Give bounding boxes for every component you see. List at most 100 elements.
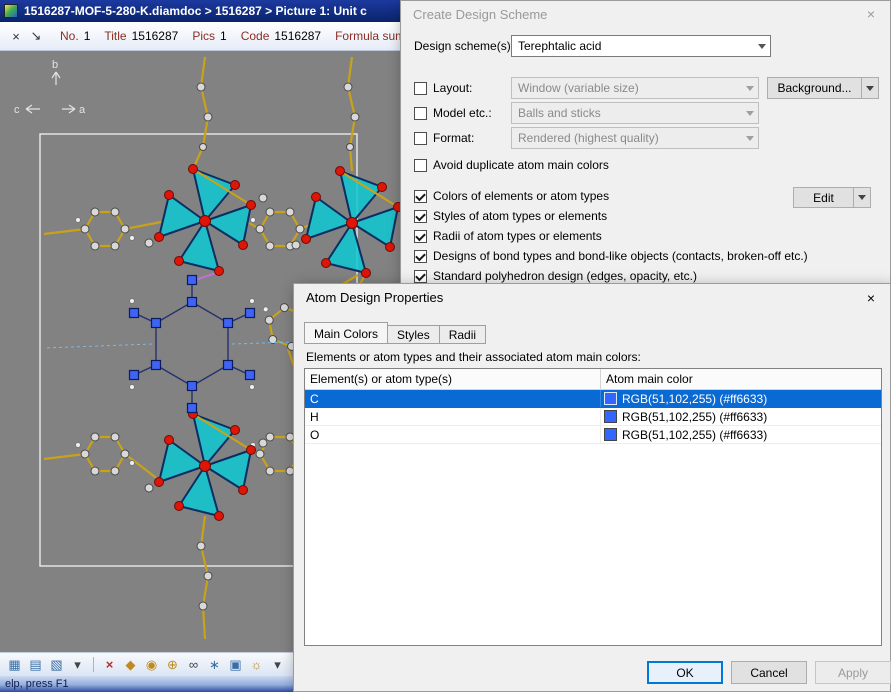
field-code: Code 1516287 [241,29,321,43]
table-row-c[interactable]: C RGB(51,102,255) (#ff6633) [305,390,881,408]
data-sheet-icon[interactable]: ▤ [26,657,45,673]
table-row-o[interactable]: O RGB(51,102,255) (#ff6633) [305,426,881,444]
edit-button[interactable]: Edit [793,187,871,208]
table-editor-icon[interactable]: ▦ [5,657,24,673]
build-menu-arrow-icon[interactable]: ▾ [268,657,287,673]
table-row-h[interactable]: H RGB(51,102,255) (#ff6633) [305,408,881,426]
atom-dialog-tabs: Main Colors Styles Radii [304,322,882,344]
toolbar-separator [93,657,94,672]
goto-icon[interactable]: ↘ [26,28,46,44]
option-polyhedron-row: Standard polyhedron design (edges, opaci… [414,269,697,283]
color-cell: RGB(51,102,255) (#ff6633) [601,408,881,425]
connect-icon[interactable]: ∞ [184,657,203,672]
molecule-icon[interactable]: ∗ [205,657,224,673]
app-icon [4,4,18,18]
avoid-duplicate-checkbox[interactable] [414,159,427,172]
background-button-label: Background... [777,81,851,95]
model-label: Model etc.: [433,106,492,120]
model-checkbox-row: Model etc.: [414,106,492,120]
tab-main-colors[interactable]: Main Colors [304,322,388,344]
field-no-label: No. [60,29,79,43]
field-pics-label: Pics [192,29,215,43]
layout-checkbox[interactable] [414,82,427,95]
column-header-element[interactable]: Element(s) or atom type(s) [305,369,601,389]
packing-icon[interactable]: ▣ [226,657,245,673]
atoms-icon[interactable]: ◉ [142,657,161,673]
axis-b-label: b [52,59,58,71]
axis-c-label: c [14,104,20,116]
column-header-color[interactable]: Atom main color [601,369,881,389]
field-pics-value: 1 [220,29,227,43]
option-bonds-label: Designs of bond types and bond-like obje… [433,249,808,263]
atom-dialog-titlebar: Atom Design Properties [294,284,890,311]
tab-styles[interactable]: Styles [388,325,440,344]
tables-icon[interactable]: ▧ [47,657,66,673]
field-title: Title 1516287 [104,29,178,43]
color-swatch [604,392,617,405]
chevron-down-icon [741,78,758,98]
field-formula-label: Formula sum [335,29,405,43]
option-styles-row: Styles of atom types or elements [414,209,607,223]
background-button[interactable]: Background... [767,77,879,99]
layout-label: Layout: [433,81,472,95]
option-styles-checkbox[interactable] [414,210,427,223]
chevron-down-icon[interactable] [753,36,770,56]
color-text: RGB(51,102,255) (#ff6633) [622,428,767,442]
format-checkbox[interactable] [414,132,427,145]
table-header-row: Element(s) or atom type(s) Atom main col… [305,369,881,390]
format-label: Format: [433,131,474,145]
chevron-down-icon [741,103,758,123]
color-swatch [604,428,617,441]
option-bonds-checkbox[interactable] [414,250,427,263]
field-pics: Pics 1 [192,29,226,43]
option-colors-checkbox[interactable] [414,190,427,203]
apply-button: Apply [815,661,891,684]
layout-combo-value: Window (variable size) [518,81,639,95]
tab-radii[interactable]: Radii [440,325,486,344]
close-icon[interactable]: × [852,284,890,311]
tables-menu-arrow-icon[interactable]: ▾ [68,657,87,673]
design-scheme-combo[interactable]: Terephtalic acid [511,35,771,57]
status-text: elp, press F1 [5,678,69,690]
model-combo: Balls and sticks [511,102,759,124]
background-dropdown-arrow-icon[interactable] [861,78,878,98]
color-text: RGB(51,102,255) (#ff6633) [622,410,767,424]
format-combo: Rendered (highest quality) [511,127,759,149]
color-text: RGB(51,102,255) (#ff6633) [622,392,767,406]
atom-color-table: Element(s) or atom type(s) Atom main col… [304,368,882,646]
create-dialog-titlebar: Create Design Scheme [401,1,890,27]
option-styles-label: Styles of atom types or elements [433,209,607,223]
option-radii-checkbox[interactable] [414,230,427,243]
build-icon[interactable]: ◆ [121,657,140,673]
destroy-icon[interactable]: × [100,657,119,672]
option-radii-row: Radii of atom types or elements [414,229,602,243]
layout-checkbox-row: Layout: [414,81,472,95]
color-cell: RGB(51,102,255) (#ff6633) [601,426,881,443]
close-picture-icon[interactable]: × [6,29,26,44]
add-atom-icon[interactable]: ⊕ [163,657,182,673]
option-polyhedron-label: Standard polyhedron design (edges, opaci… [433,269,697,283]
atom-table-description: Elements or atom types and their associa… [306,350,641,364]
model-checkbox[interactable] [414,107,427,120]
create-dialog-title: Create Design Scheme [413,7,547,22]
format-checkbox-row: Format: [414,131,474,145]
edit-button-label: Edit [813,191,834,205]
close-icon[interactable]: × [852,1,890,27]
chevron-down-icon [741,128,758,148]
option-polyhedron-checkbox[interactable] [414,270,427,283]
field-no-value: 1 [84,29,91,43]
design-scheme-value: Terephtalic acid [518,39,601,53]
grow-icon[interactable]: ☼ [247,657,266,672]
window-title: 1516287-MOF-5-280-K.diamdoc > 1516287 > … [24,4,367,18]
edit-dropdown-arrow-icon[interactable] [853,188,870,207]
element-cell: C [305,390,601,407]
avoid-duplicate-row: Avoid duplicate atom main colors [414,158,609,172]
ok-button[interactable]: OK [647,661,723,684]
cancel-button[interactable]: Cancel [731,661,807,684]
element-cell: H [305,408,601,425]
field-title-value: 1516287 [132,29,179,43]
element-cell: O [305,426,601,443]
field-no: No. 1 [60,29,90,43]
application-window: 1516287-MOF-5-280-K.diamdoc > 1516287 > … [0,0,891,692]
option-colors-label: Colors of elements or atom types [433,189,609,203]
